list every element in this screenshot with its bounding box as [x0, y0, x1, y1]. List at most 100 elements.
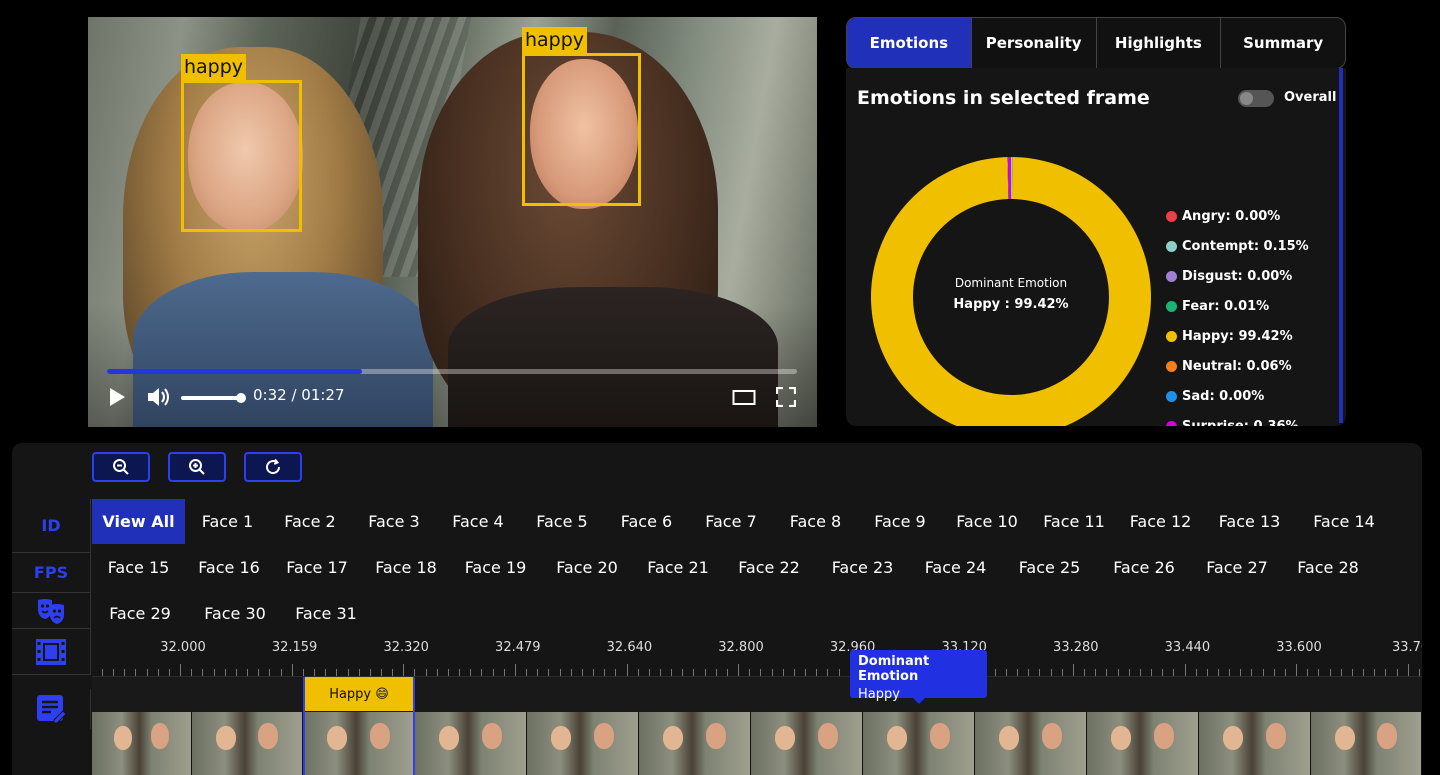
ruler-tick [1251, 669, 1253, 676]
ruler-tick [1039, 669, 1041, 676]
theater-mode-icon[interactable] [732, 389, 756, 411]
legend-item[interactable]: Disgust: 0.00% [1166, 261, 1309, 291]
ruler-tick [715, 669, 717, 676]
refresh-icon [266, 458, 281, 475]
volume-slider-handle[interactable] [236, 393, 246, 403]
play-icon[interactable] [108, 387, 126, 411]
ruler-tick [793, 669, 795, 676]
face-filter-button[interactable]: Face 11 [1032, 499, 1116, 544]
ruler-tick [403, 664, 405, 676]
frame-thumbnail[interactable] [1087, 712, 1199, 775]
ruler-tick [1240, 669, 1242, 676]
face-filter-button[interactable]: Face 23 [816, 545, 909, 590]
panel-scrollbar[interactable] [1339, 68, 1343, 423]
face-filter-button[interactable]: Face 1 [187, 499, 268, 544]
emotions-title: Emotions in selected frame [857, 87, 1150, 109]
face-filter-button[interactable]: Face 25 [1002, 545, 1097, 590]
frame-thumbnail[interactable] [415, 712, 527, 775]
zoom-out-button[interactable] [92, 452, 150, 482]
overall-toggle[interactable] [1238, 90, 1274, 107]
tab-personality[interactable]: Personality [972, 18, 1097, 68]
emotion-donut-chart [871, 157, 1151, 426]
face-filter-button[interactable]: Face 21 [634, 545, 722, 590]
ruler-tick [247, 669, 249, 676]
ruler-tick [1084, 669, 1086, 676]
face-filter-button[interactable]: Face 22 [722, 545, 816, 590]
face-filter-button[interactable]: Face 18 [361, 545, 451, 590]
frame-thumbnail[interactable] [1199, 712, 1311, 775]
timeline-ruler[interactable]: 32.000 32.159 32.320 32.479 32.640 32.800 32.9… [92, 637, 1422, 677]
face-filter-button[interactable]: Face 20 [540, 545, 634, 590]
legend-item[interactable]: Sad: 0.00% [1166, 381, 1309, 411]
frame-thumbnail[interactable] [527, 712, 639, 775]
ruler-tick [637, 669, 639, 676]
face-filter-button[interactable]: Face 27 [1191, 545, 1283, 590]
ruler-tick [1385, 669, 1387, 676]
face-filter-button[interactable]: Face 8 [773, 499, 858, 544]
face-filter-button[interactable]: Face 13 [1205, 499, 1294, 544]
donut-center-value: Happy : 99.42% [953, 297, 1069, 312]
ruler-tick [336, 669, 338, 676]
ruler-tick [113, 669, 115, 676]
legend-item[interactable]: Surprise: 0.36% [1166, 411, 1309, 426]
legend-item[interactable]: Happy: 99.42% [1166, 321, 1309, 351]
face-filter-button[interactable]: Face 14 [1294, 499, 1394, 544]
ruler-tick [381, 669, 382, 676]
frame-thumbnail[interactable] [863, 712, 975, 775]
tab-summary[interactable]: Summary [1221, 18, 1345, 68]
face-filter-button[interactable]: Face 12 [1116, 499, 1205, 544]
tab-emotions[interactable]: Emotions [847, 18, 972, 68]
ruler-tick [1363, 669, 1365, 676]
tooltip-arrow [913, 698, 925, 704]
tab-highlights[interactable]: Highlights [1097, 18, 1222, 68]
ruler-tick [671, 669, 673, 676]
video-player[interactable]: happy happy 0:32 / 01:27 [88, 17, 817, 427]
ruler-tick [347, 669, 349, 676]
legend-label: Angry: 0.00% [1182, 208, 1281, 224]
video-progress-bar[interactable] [107, 369, 797, 374]
frame-thumbnail[interactable] [639, 712, 751, 775]
face-filter-button[interactable]: Face 29 [92, 591, 188, 636]
overall-toggle-label: Overall [1284, 90, 1337, 105]
face-filter-button[interactable]: Face 15 [92, 545, 185, 590]
video-time: 0:32 / 01:27 [253, 386, 345, 404]
face-filter-button[interactable]: Face 2 [268, 499, 352, 544]
ruler-tick [648, 669, 650, 676]
face-filter-button[interactable]: Face 7 [689, 499, 773, 544]
frame-thumbnail[interactable] [975, 712, 1087, 775]
zoom-in-button[interactable] [168, 452, 226, 482]
face-filter-button[interactable]: Face 16 [185, 545, 273, 590]
volume-slider[interactable] [181, 396, 241, 400]
face-filter-button[interactable]: Face 4 [436, 499, 520, 544]
ruler-tick-label: 32.320 [383, 640, 429, 655]
ruler-tick [1340, 669, 1342, 676]
frame-thumbnail[interactable] [192, 712, 303, 775]
ruler-tick [1173, 669, 1175, 676]
face-filter-view-all[interactable]: View All [92, 499, 185, 544]
face-filter-button[interactable]: Face 6 [604, 499, 689, 544]
face-filter-button[interactable]: Face 24 [909, 545, 1002, 590]
legend-item[interactable]: Fear: 0.01% [1166, 291, 1309, 321]
ruler-tick-label: 32.000 [160, 640, 206, 655]
reset-zoom-button[interactable] [244, 452, 302, 482]
face-filter-button[interactable]: Face 3 [352, 499, 436, 544]
frame-thumbnail[interactable] [1311, 712, 1422, 775]
face-filter-button[interactable]: Face 5 [520, 499, 604, 544]
face-filter-button[interactable]: Face 26 [1097, 545, 1191, 590]
frame-thumbnail[interactable] [751, 712, 863, 775]
volume-icon[interactable] [146, 386, 170, 412]
face-filter-button[interactable]: Face 30 [188, 591, 282, 636]
legend-item[interactable]: Contempt: 0.15% [1166, 231, 1309, 261]
face-filter-button[interactable]: Face 19 [451, 545, 540, 590]
frame-thumbnail[interactable] [92, 712, 192, 775]
fullscreen-icon[interactable] [775, 386, 797, 411]
legend-item[interactable]: Angry: 0.00% [1166, 201, 1309, 231]
face-filter-button[interactable]: Face 31 [282, 591, 370, 636]
legend-item[interactable]: Neutral: 0.06% [1166, 351, 1309, 381]
face-filter-button[interactable]: Face 17 [273, 545, 361, 590]
selected-frame-marker[interactable] [303, 677, 415, 775]
face-filter-button[interactable]: Face 9 [858, 499, 942, 544]
face-filter-button[interactable]: Face 28 [1283, 545, 1373, 590]
face-filter-button[interactable]: Face 10 [942, 499, 1032, 544]
ruler-tick [180, 664, 182, 676]
